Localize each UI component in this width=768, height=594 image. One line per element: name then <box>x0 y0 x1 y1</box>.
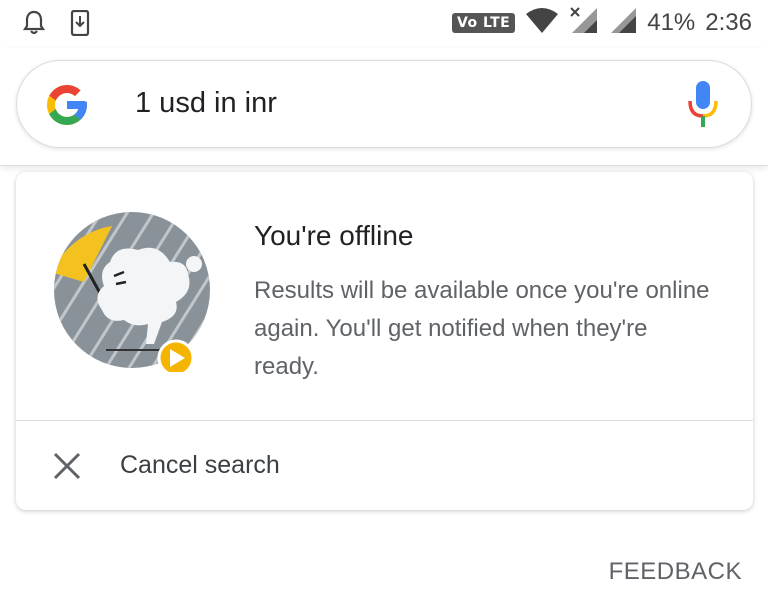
clock: 2:36 <box>705 8 752 36</box>
mic-icon[interactable] <box>685 79 721 131</box>
signal-icon <box>609 6 637 39</box>
cancel-search-button[interactable]: Cancel search <box>16 421 753 510</box>
offline-message: Results will be available once you're on… <box>254 277 710 380</box>
status-left <box>22 9 90 41</box>
battery-percent: 41% <box>647 8 696 36</box>
search-input[interactable]: 1 usd in inr <box>135 87 277 120</box>
notification-bell-icon <box>22 10 46 41</box>
offline-card: You're offline Results will be available… <box>16 172 753 510</box>
status-bar: Vo LTE 41% 2:36 <box>0 0 768 48</box>
status-right: Vo LTE 41% 2:36 <box>451 6 752 39</box>
google-logo-icon[interactable] <box>43 81 91 129</box>
signal-icon <box>569 6 599 39</box>
offline-title: You're offline <box>254 220 414 251</box>
offline-illustration <box>54 212 214 377</box>
close-icon[interactable] <box>52 451 82 481</box>
wifi-icon <box>525 6 559 39</box>
volte-badge: Vo LTE <box>451 12 516 33</box>
cancel-search-label[interactable]: Cancel search <box>120 451 280 480</box>
feedback-link[interactable]: FEEDBACK <box>609 558 742 586</box>
search-box[interactable]: 1 usd in inr <box>16 60 752 148</box>
search-header: 1 usd in inr <box>0 48 768 166</box>
page: Vo LTE 41% 2:36 1 usd in inr You're offl… <box>0 0 768 594</box>
download-icon <box>70 9 90 41</box>
